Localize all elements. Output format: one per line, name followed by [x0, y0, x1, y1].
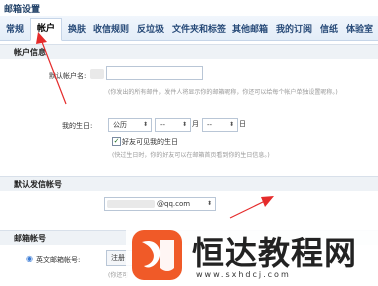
tab-skin[interactable]: 换肤 — [68, 22, 86, 35]
tab-other-mailboxes[interactable]: 其他邮箱 — [232, 22, 268, 35]
section-account-info: 帐户信息 — [0, 44, 378, 59]
tab-anti-spam[interactable]: 反垃圾 — [137, 22, 164, 35]
tab-receive-rules[interactable]: 收信规则 — [93, 22, 129, 35]
month-select[interactable]: -- ⬍ — [155, 118, 191, 132]
default-sender-select[interactable]: @qq.com ⬍ — [104, 197, 216, 211]
settings-tabs: 常规 帐户 换肤 收信规则 反垃圾 文件夹和标签 其他邮箱 我的订阅 信纸 体验… — [0, 16, 378, 41]
blurred-area — [90, 69, 104, 79]
calendar-select[interactable]: 公历 ⬍ — [108, 118, 152, 132]
annotation-arrow-head — [261, 196, 274, 207]
section-title: 默认发信帐号 — [14, 180, 62, 189]
section-default-sender: 默认发信帐号 — [0, 176, 378, 191]
friends-visible-label: 好友可见我的生日 — [122, 138, 178, 146]
birthday-label: 我的生日: — [62, 122, 93, 130]
tab-subscriptions[interactable]: 我的订阅 — [276, 22, 312, 35]
default-name-label: 默认帐户名: — [49, 72, 87, 80]
day-select[interactable]: -- ⬍ — [202, 118, 238, 132]
tab-folders-labels[interactable]: 文件夹和标签 — [172, 22, 226, 35]
settings-header: 邮箱设置 — [0, 0, 378, 16]
blurred-area — [107, 200, 155, 208]
english-account-label: 英文邮箱帐号: — [36, 256, 81, 264]
tab-lab[interactable]: 体验室 — [346, 22, 373, 35]
day-suffix: 日 — [239, 120, 246, 128]
default-name-hint: (你发出的所有邮件，发件人将显示你的邮箱昵称，你还可以给每个帐户单独设置昵称。) — [108, 89, 338, 96]
watermark-logo — [132, 230, 182, 280]
section-title: 邮箱帐号 — [14, 234, 46, 243]
tab-account[interactable]: 帐户 — [30, 18, 63, 41]
page-title: 邮箱设置 — [4, 5, 41, 15]
friends-visible-checkbox[interactable]: ✓ — [112, 137, 121, 146]
default-name-input[interactable] — [106, 66, 203, 80]
watermark-url: www.sxhdcj.com — [196, 270, 291, 279]
tab-stationery[interactable]: 信纸 — [320, 22, 338, 35]
annotation-arrow — [229, 200, 266, 219]
tab-general[interactable]: 常规 — [6, 22, 24, 35]
globe-icon: ◉ — [26, 254, 33, 263]
mail-settings-page: 邮箱设置 常规 帐户 换肤 收信规则 反垃圾 文件夹和标签 其他邮箱 我的订阅 … — [0, 0, 378, 286]
month-suffix: 月 — [192, 120, 199, 128]
section-title: 帐户信息 — [14, 48, 46, 57]
birthday-hint: (快过生日时，你的好友可以在邮箱首页看到你的生日信息。) — [112, 152, 270, 159]
watermark-text: 恒达教程网 — [192, 234, 358, 272]
watermark: 恒达教程网 www.sxhdcj.com — [126, 224, 378, 286]
